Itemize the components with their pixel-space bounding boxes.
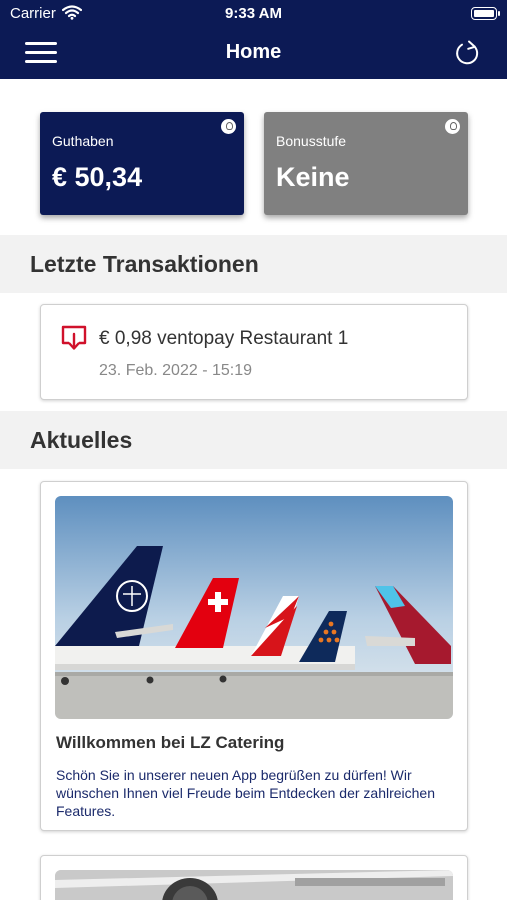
bonus-label: Bonusstufe [276,133,347,149]
status-time: 9:33 AM [225,5,282,22]
nav-bar: Home [0,28,507,79]
news-image-aircraft-tails [55,496,453,719]
news-image [55,870,453,900]
bonus-card[interactable]: Bonusstufe Keine [264,112,468,215]
news-text: Schön Sie in unserer neuen App begrüßen … [56,767,436,819]
news-card[interactable]: Willkommen bei LZ Catering Schön Sie in … [40,481,468,831]
news-title: Willkommen bei LZ Catering [56,733,285,752]
transaction-item[interactable]: € 0,98 ventopay Restaurant 1 23. Feb. 20… [40,304,468,400]
section-title-transactions: Letzte Transaktionen [0,235,507,293]
page-title: Home [225,41,282,63]
refresh-icon[interactable] [453,38,483,68]
top-bar: Carrier 9:33 AM Home [0,0,507,79]
balance-card[interactable]: Guthaben € 50,34 [40,112,244,215]
news-card[interactable] [40,855,468,900]
status-bar: Carrier 9:33 AM [0,0,507,28]
bonus-value: Keine [276,162,350,192]
balance-label: Guthaben [52,133,114,149]
payment-out-icon [60,325,88,351]
section-title-news: Aktuelles [0,411,507,469]
transaction-title: € 0,98 ventopay Restaurant 1 [99,328,349,349]
bulb-icon[interactable] [221,119,236,134]
bulb-icon[interactable] [445,119,460,134]
battery-icon [471,7,500,20]
balance-value: € 50,34 [52,162,143,192]
transaction-date: 23. Feb. 2022 - 15:19 [99,362,252,379]
